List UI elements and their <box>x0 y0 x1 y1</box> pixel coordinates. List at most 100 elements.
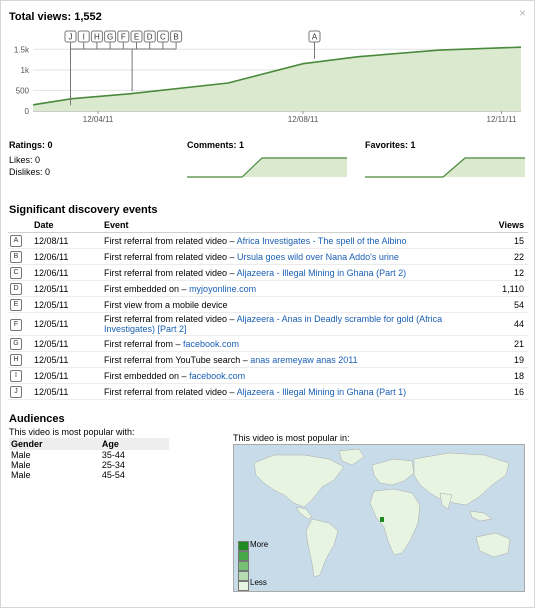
event-row: A 12/08/11 First referral from related vid… <box>8 232 528 249</box>
y-tick-label: 0 <box>25 107 30 116</box>
events-views-header: Views <box>482 218 528 233</box>
event-badge[interactable]: E <box>10 299 22 311</box>
event-description: First referral from – facebook.com <box>102 335 482 352</box>
event-badge[interactable]: D <box>10 283 22 295</box>
event-date: 12/05/11 <box>32 383 102 400</box>
popular-in-label: This video is most popular in: <box>233 433 350 443</box>
event-prefix: First embedded on – <box>104 283 190 294</box>
close-icon[interactable]: × <box>519 6 526 20</box>
event-description: First embedded on – facebook.com <box>102 367 482 384</box>
comments-sparkline-fill <box>187 158 347 177</box>
event-link[interactable]: anas aremeyaw anas 2011 <box>250 355 357 365</box>
event-link[interactable]: Aljazeera - Illegal Mining in Ghana (Par… <box>237 268 407 278</box>
event-link[interactable]: Africa Investigates - The spell of the A… <box>237 236 407 246</box>
event-date: 12/05/11 <box>32 312 102 336</box>
map-greenland[interactable] <box>338 448 365 466</box>
events-table: Date Event Views A 12/08/11 First referral… <box>8 218 528 400</box>
demographic-row: Male 35-44 <box>9 450 169 460</box>
event-description: First referral from YouTube search – ana… <box>102 351 482 368</box>
event-link[interactable]: facebook.com <box>183 339 239 349</box>
event-views: 19 <box>482 351 528 368</box>
map-india[interactable] <box>439 492 453 510</box>
event-row: I 12/05/11 First embedded on – facebook.co… <box>8 367 528 384</box>
event-badge-cell: D <box>8 280 32 297</box>
demographics-header-row: Gender Age <box>9 438 169 450</box>
comments-stats: Comments: 1 <box>187 139 244 151</box>
views-chart: JIHGFEDCBA 05001k1.5k 12/04/11 12/08/11 12… <box>14 30 522 124</box>
event-marker-label: F <box>121 33 126 42</box>
event-description: First referral from related video – Alja… <box>102 383 482 400</box>
chart-area <box>32 46 522 111</box>
events-date-header: Date <box>32 218 102 233</box>
ratings-stats: Ratings: 0 Likes: 0 Dislikes: 0 <box>9 139 53 178</box>
event-prefix: First referral from related video – <box>104 251 238 262</box>
map-australia[interactable] <box>475 532 511 558</box>
event-views: 21 <box>482 335 528 352</box>
event-marker-label: A <box>312 33 318 42</box>
event-badge[interactable]: G <box>10 338 22 350</box>
map-ghana[interactable] <box>380 517 384 522</box>
map-asia[interactable] <box>413 452 510 506</box>
event-marker-label: H <box>94 33 100 42</box>
event-row: D 12/05/11 First embedded on – myjoyonline… <box>8 280 528 297</box>
chart-area-fill <box>33 47 521 111</box>
event-link[interactable]: facebook.com <box>189 371 245 381</box>
legend-swatch <box>238 571 249 581</box>
event-badge[interactable]: I <box>10 370 22 382</box>
y-tick-label: 1k <box>21 66 30 75</box>
event-views: 44 <box>482 312 528 336</box>
event-badge[interactable]: B <box>10 251 22 263</box>
event-description: First referral from related video – Alja… <box>102 264 482 281</box>
event-prefix: First referral from – <box>104 338 184 349</box>
map-north-america[interactable] <box>253 454 345 508</box>
event-link[interactable]: Aljazeera - Illegal Mining in Ghana (Par… <box>237 387 407 397</box>
map-europe[interactable] <box>371 458 415 486</box>
demographic-age: 25-34 <box>101 460 125 470</box>
event-badge[interactable]: F <box>10 318 22 331</box>
event-prefix: First referral from related video – <box>104 386 237 397</box>
favorites-stats: Favorites: 1 <box>365 139 416 151</box>
event-row: F 12/05/11 First referral from related vid… <box>8 312 528 336</box>
event-badge[interactable]: H <box>10 354 22 366</box>
event-badge-cell: C <box>8 264 32 281</box>
event-badge-cell: H <box>8 351 32 368</box>
popular-with-label: This video is most popular with: <box>9 427 135 437</box>
event-description: First embedded on – myjoyonline.com <box>102 280 482 297</box>
event-row: E 12/05/11 First view from a mobile device… <box>8 296 528 313</box>
events-body: A 12/08/11 First referral from related vid… <box>8 232 528 400</box>
map-southeast-asia[interactable] <box>469 510 493 522</box>
demographic-age: 35-44 <box>101 450 125 460</box>
event-prefix: First view from a mobile device <box>104 299 228 310</box>
event-badge-cell: E <box>8 296 32 313</box>
event-date: 12/06/11 <box>32 248 102 265</box>
event-badge[interactable]: C <box>10 267 22 279</box>
events-header-row: Date Event Views <box>8 218 528 233</box>
map-south-america[interactable] <box>305 518 339 578</box>
event-link[interactable]: Ursula goes wild over Nana Addo's urine <box>237 252 399 262</box>
video-insight-panel: × Total views: 1,552 JIHGFEDCBA 0 500 1k 1.… <box>0 0 535 608</box>
event-row: B 12/06/11 First referral from related vid… <box>8 248 528 265</box>
demographics-body: Male 35-44 Male 25-34 Male 45-54 <box>9 450 169 480</box>
event-description: First referral from related video – Alja… <box>102 312 482 336</box>
event-prefix: First referral from related video – <box>104 267 237 278</box>
event-badge[interactable]: A <box>10 235 22 247</box>
map-central-america[interactable] <box>295 506 313 520</box>
event-row: J 12/05/11 First referral from related vid… <box>8 383 528 400</box>
event-description: First view from a mobile device <box>102 296 482 313</box>
event-views: 18 <box>482 367 528 384</box>
total-views-label: Total views: 1,552 <box>9 11 102 23</box>
favorites-sparkline <box>365 157 525 178</box>
demographic-age: 45-54 <box>101 470 125 480</box>
event-badge[interactable]: J <box>10 386 22 398</box>
event-date: 12/08/11 <box>32 232 102 249</box>
event-link[interactable]: myjoyonline.com <box>189 284 256 294</box>
x-tick-label: 12/04/11 <box>83 115 114 124</box>
event-marker-label: I <box>83 33 85 42</box>
map-africa[interactable] <box>369 488 421 556</box>
demographic-gender: Male <box>11 470 31 480</box>
event-marker-label: C <box>160 33 166 42</box>
y-tick-label: 1.5k <box>14 45 30 54</box>
world-map[interactable]: More Less <box>233 444 525 592</box>
event-description: First referral from related video – Afri… <box>102 232 482 249</box>
legend-less-label: Less <box>250 578 267 587</box>
